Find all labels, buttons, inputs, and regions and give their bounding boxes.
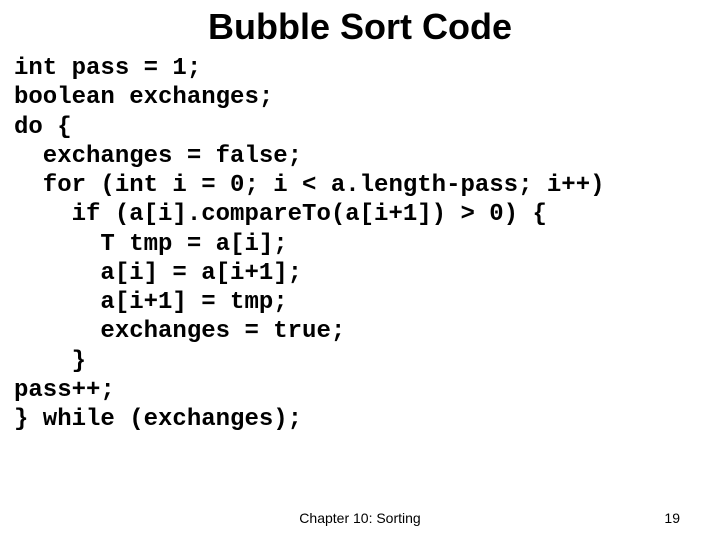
code-line: do { [14,114,72,141]
code-line: boolean exchanges; [14,84,273,111]
footer-page-number: 19 [664,510,680,526]
code-line: if (a[i].compareTo(a[i+1]) > 0) { [14,201,547,228]
code-line: int pass = 1; [14,55,201,82]
slide-title: Bubble Sort Code [0,0,720,54]
code-line: for (int i = 0; i < a.length-pass; i++) [14,172,605,199]
slide: Bubble Sort Code int pass = 1; boolean e… [0,0,720,540]
code-block: int pass = 1; boolean exchanges; do { ex… [0,54,720,434]
code-line: } [14,348,86,375]
code-line: } while (exchanges); [14,406,302,433]
code-line: T tmp = a[i]; [14,231,288,258]
code-line: a[i+1] = tmp; [14,289,288,316]
code-line: pass++; [14,377,115,404]
footer-chapter: Chapter 10: Sorting [0,510,720,526]
code-line: a[i] = a[i+1]; [14,260,302,287]
code-line: exchanges = false; [14,143,302,170]
code-line: exchanges = true; [14,318,345,345]
